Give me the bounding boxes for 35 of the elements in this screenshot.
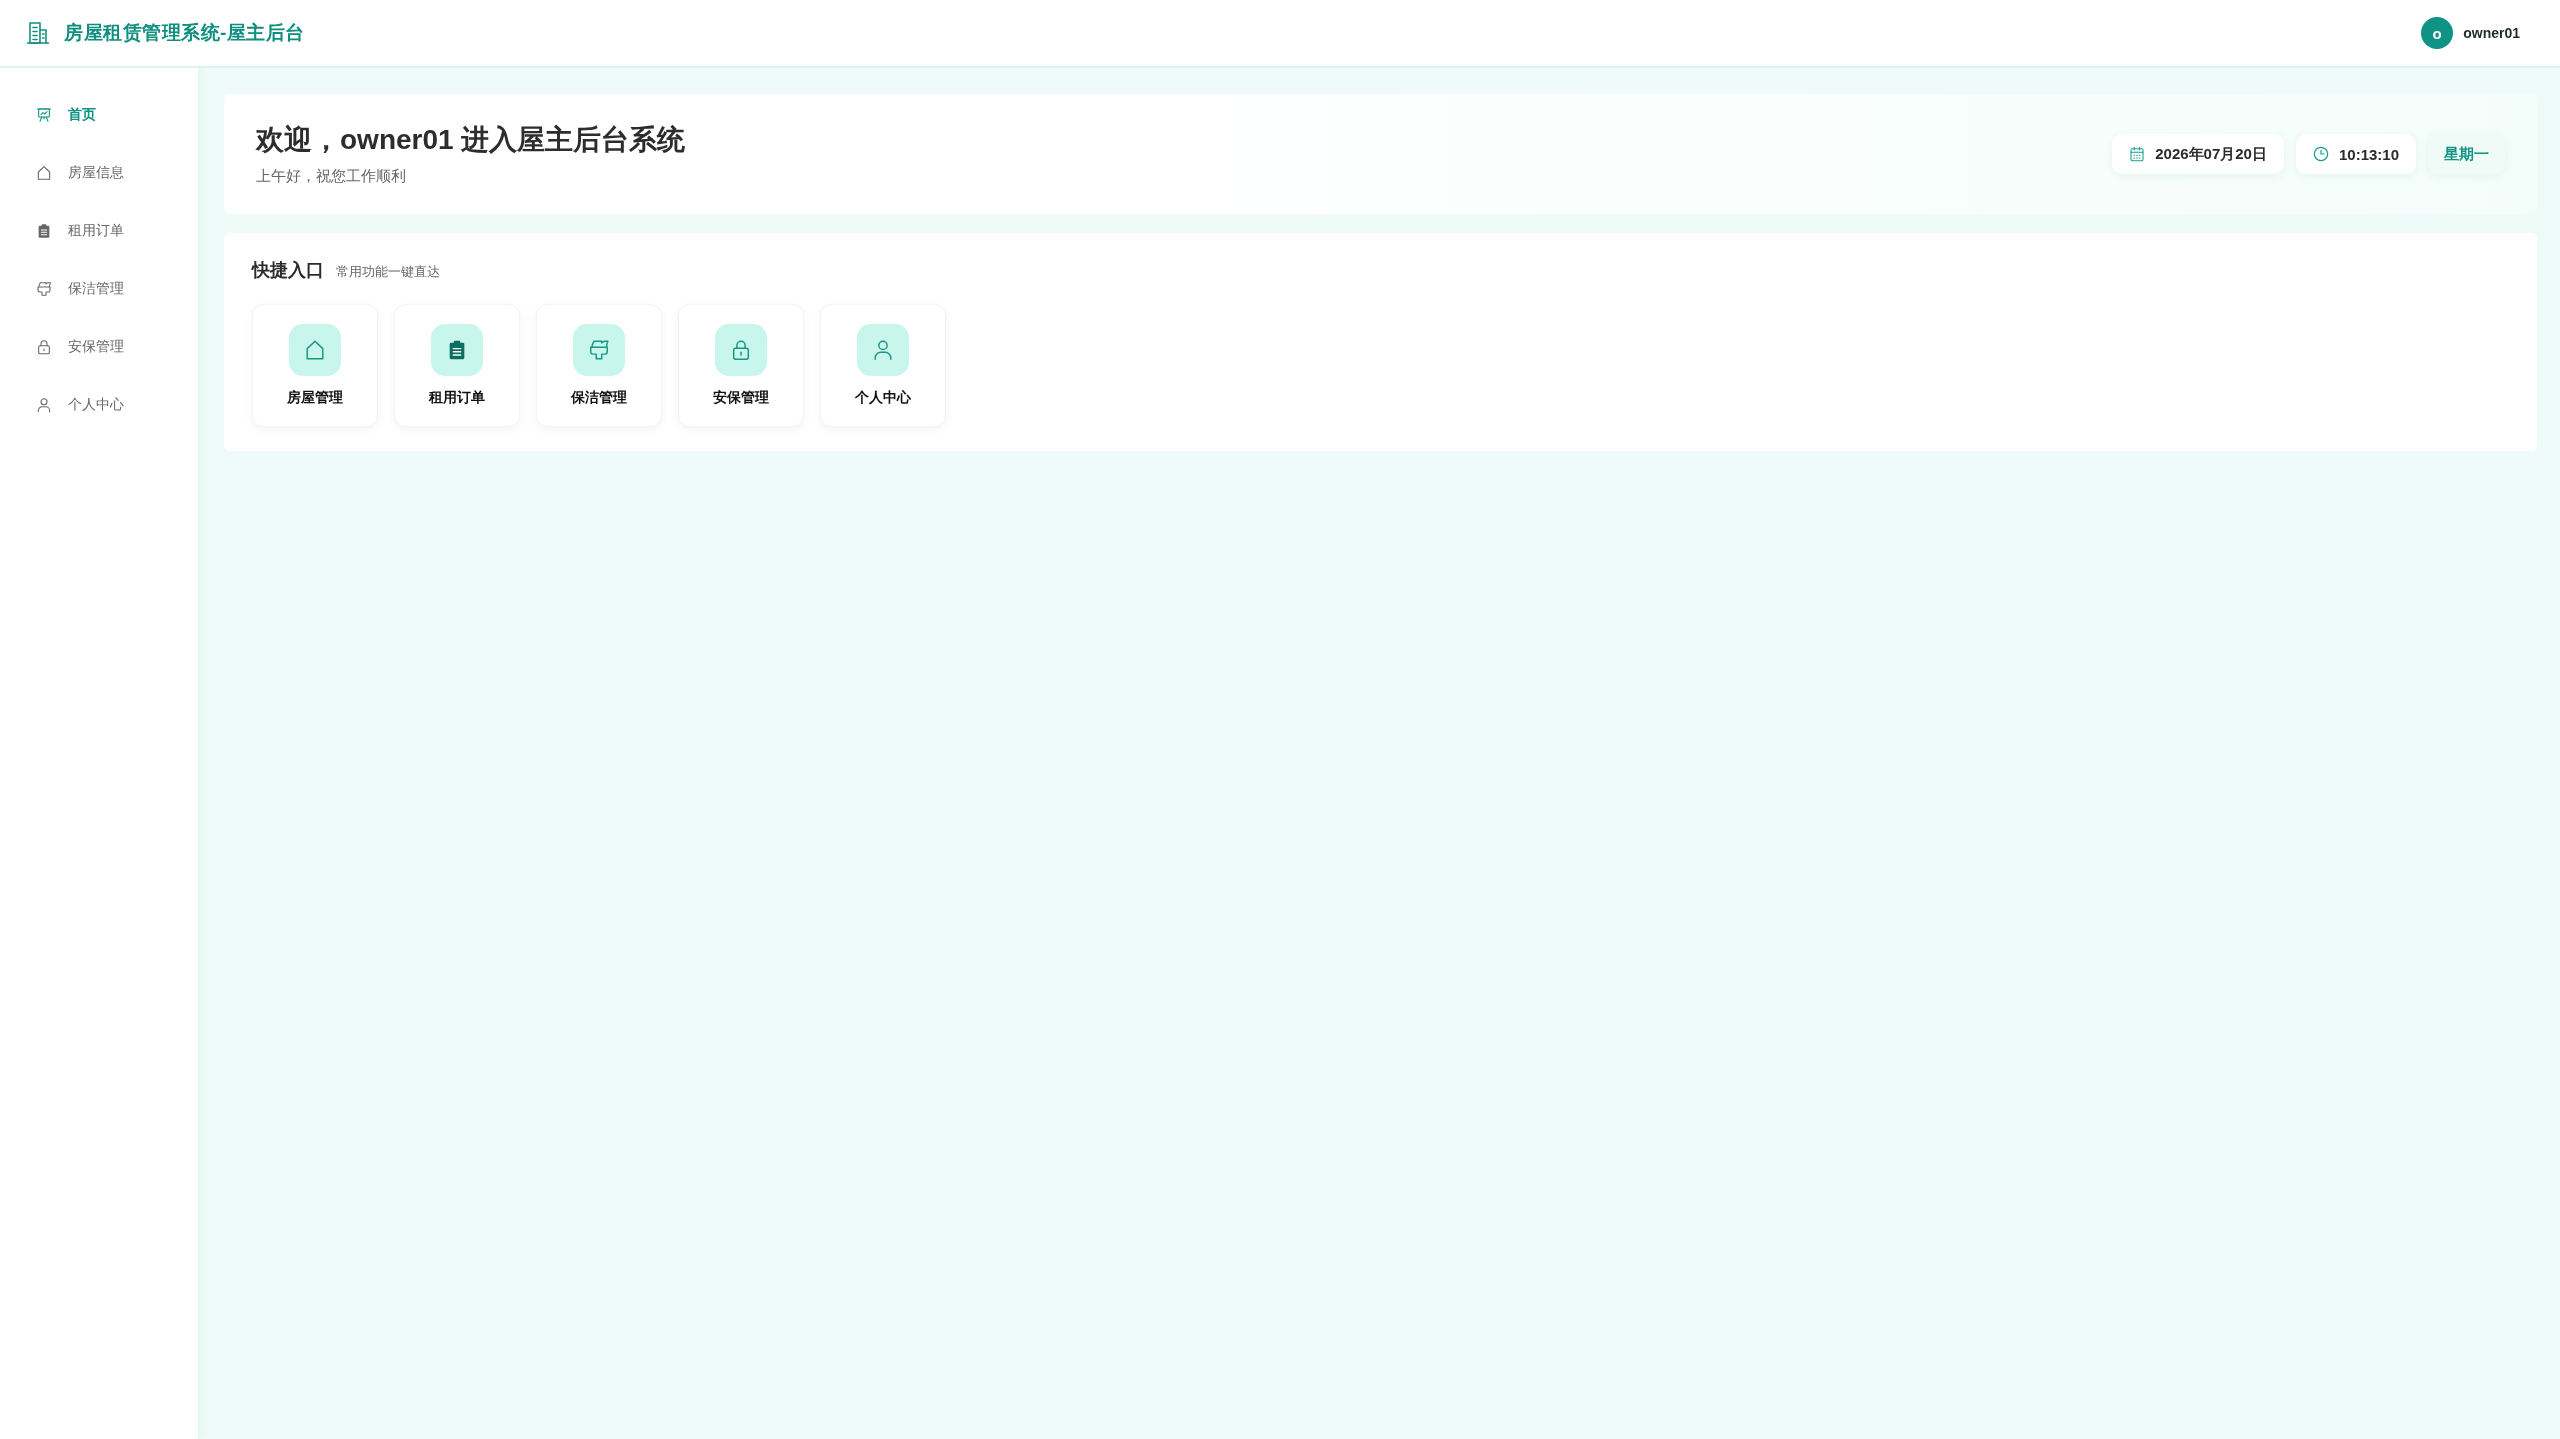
clock-icon: [2312, 146, 2329, 162]
house-icon: [36, 165, 52, 181]
nav-item[interactable]: 保洁管理: [36, 278, 124, 300]
user-icon: [857, 324, 909, 376]
shortcut-tile[interactable]: 安保管理: [678, 304, 804, 427]
shortcut-tile[interactable]: 个人中心: [820, 304, 946, 427]
user-icon: [36, 397, 52, 413]
weekday-chip: 星期一: [2428, 134, 2505, 174]
lock-icon: [715, 324, 767, 376]
house-icon: [289, 324, 341, 376]
shortcut-tile[interactable]: 房屋管理: [252, 304, 378, 427]
shortcut-tile[interactable]: 保洁管理: [536, 304, 662, 427]
nav-item[interactable]: 房屋信息: [36, 162, 124, 184]
shortcut-tile[interactable]: 租用订单: [394, 304, 520, 427]
clipboard-icon: [431, 324, 483, 376]
nav-item[interactable]: 安保管理: [36, 336, 124, 358]
nav-item[interactable]: 租用订单: [36, 220, 124, 242]
section-subtitle: 常用功能一键直达: [336, 263, 440, 281]
building-icon: [26, 21, 50, 45]
lock-icon: [36, 339, 52, 355]
date-text: 2026年07月20日: [2155, 144, 2267, 164]
brush-icon: [573, 324, 625, 376]
greeting-text: 上午好，祝您工作顺利: [256, 166, 407, 186]
app-title: 房屋租赁管理系统-屋主后台: [64, 21, 305, 45]
user-name[interactable]: owner01: [2463, 25, 2520, 41]
user-avatar[interactable]: o: [2421, 17, 2454, 49]
welcome-title: 欢迎，owner01 进入屋主后台系统: [256, 123, 686, 157]
calendar-icon: [2129, 146, 2146, 162]
nav-item[interactable]: 个人中心: [36, 394, 124, 416]
presentation-board-icon: [36, 107, 52, 123]
section-title: 快捷入口: [252, 259, 324, 282]
time-text: 10:13:10: [2338, 145, 2399, 163]
nav-item[interactable]: 首页: [36, 104, 96, 126]
clipboard-icon: [36, 223, 52, 239]
brush-icon: [36, 281, 52, 297]
